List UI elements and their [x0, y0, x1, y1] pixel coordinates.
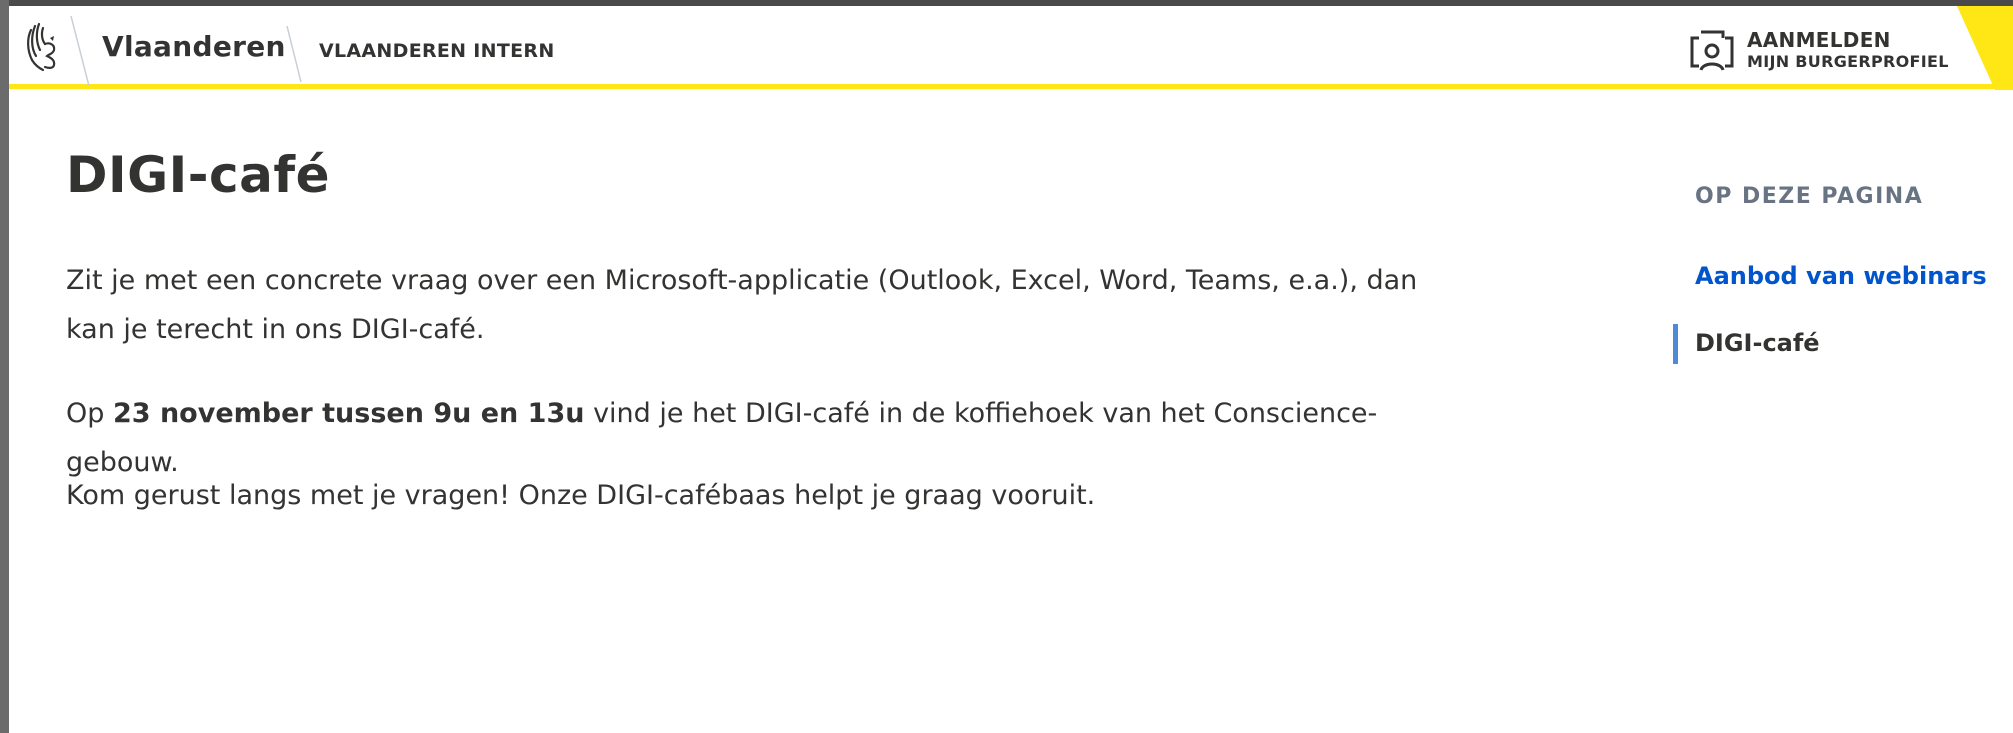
header-divider — [286, 26, 302, 82]
date-prefix: Op — [66, 398, 113, 429]
header-divider — [70, 16, 90, 86]
brand-name[interactable]: Vlaanderen — [102, 30, 286, 63]
page: Vlaanderen VLAANDEREN INTERN AANMELDEN M… — [9, 6, 2013, 733]
site-header: Vlaanderen VLAANDEREN INTERN AANMELDEN M… — [9, 6, 2013, 90]
header-accent-corner — [1957, 6, 2013, 90]
login-title: AANMELDEN — [1747, 28, 1891, 52]
nav-link-webinars[interactable]: Aanbod van webinars — [1695, 262, 1987, 290]
profile-card-icon — [1689, 30, 1735, 74]
intro-line-1: Zit je met een concrete vraag over een M… — [66, 265, 1418, 296]
login-subtitle: MIJN BURGERPROFIEL — [1747, 52, 1949, 71]
nav-link-digi-cafe[interactable]: DIGI-café — [1695, 329, 1820, 357]
page-title: DIGI-café — [66, 146, 331, 204]
window-frame-left — [0, 0, 9, 733]
intro-paragraph: Zit je met een concrete vraag over een M… — [66, 256, 1486, 354]
closing-paragraph: Kom gerust langs met je vragen! Onze DIG… — [66, 480, 1096, 511]
active-marker — [1673, 324, 1678, 364]
on-this-page-title: OP DEZE PAGINA — [1695, 184, 1924, 209]
section-link[interactable]: VLAANDEREN INTERN — [319, 40, 555, 62]
date-highlight: 23 november tussen 9u en 13u — [112, 398, 585, 429]
flemish-lion-icon[interactable] — [23, 20, 63, 76]
login-button[interactable]: AANMELDEN MIJN BURGERPROFIEL — [1677, 24, 1957, 78]
intro-line-2: kan je terecht in ons DIGI-café. — [66, 314, 485, 345]
